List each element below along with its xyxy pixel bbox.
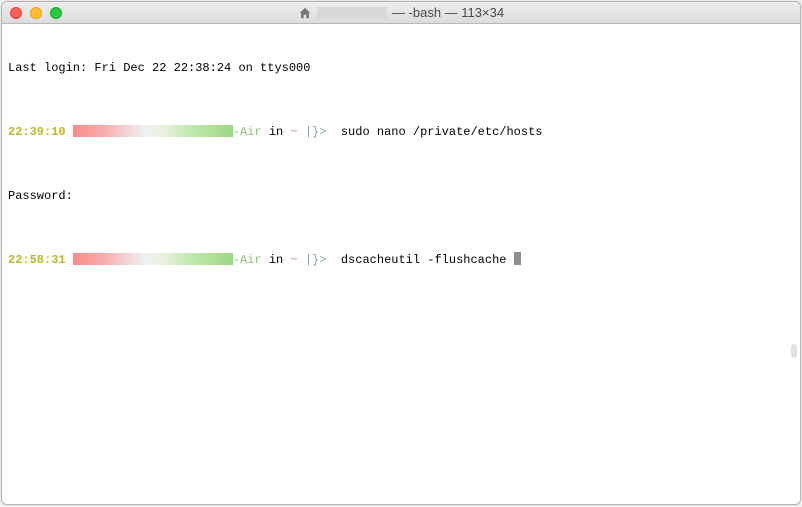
- host-suffix: -Air: [233, 125, 262, 139]
- redacted-username: [317, 7, 387, 19]
- command-text: dscacheutil -flushcache: [334, 253, 514, 267]
- timestamp: 22:58:31: [8, 253, 66, 267]
- cwd: ~: [290, 253, 297, 267]
- cursor-icon: [514, 252, 521, 265]
- titlebar[interactable]: — -bash — 113×34: [2, 2, 800, 24]
- redacted-user: [73, 125, 233, 137]
- prompt-sep: |}>: [298, 125, 334, 139]
- scrollbar-thumb[interactable]: [791, 344, 797, 358]
- prompt-line-1: 22:39:10 -Air in ~ |}> sudo nano /privat…: [8, 124, 794, 140]
- cwd: ~: [290, 125, 297, 139]
- window-title: — -bash — 113×34: [2, 5, 800, 20]
- last-login-line: Last login: Fri Dec 22 22:38:24 on ttys0…: [8, 60, 794, 76]
- home-icon: [298, 6, 312, 20]
- terminal-body[interactable]: Last login: Fri Dec 22 22:38:24 on ttys0…: [2, 24, 800, 504]
- close-icon[interactable]: [10, 7, 22, 19]
- redacted-user: [73, 253, 233, 265]
- prompt-sep: |}>: [298, 253, 334, 267]
- window-controls: [2, 7, 62, 19]
- title-text: — -bash — 113×34: [392, 5, 504, 20]
- command-text: sudo nano /private/etc/hosts: [334, 125, 543, 139]
- timestamp: 22:39:10: [8, 125, 66, 139]
- prompt-line-current: 22:58:31 -Air in ~ |}> dscacheutil -flus…: [8, 252, 794, 268]
- password-prompt: Password:: [8, 188, 794, 204]
- host-suffix: -Air: [233, 253, 262, 267]
- terminal-window: — -bash — 113×34 Last login: Fri Dec 22 …: [1, 1, 801, 505]
- minimize-icon[interactable]: [30, 7, 42, 19]
- zoom-icon[interactable]: [50, 7, 62, 19]
